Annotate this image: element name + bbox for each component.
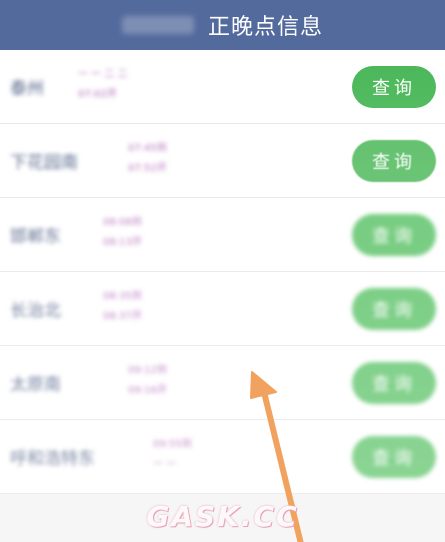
annotation-arrow-icon (250, 371, 304, 542)
watermark-logo: GASK.CC (146, 500, 299, 533)
